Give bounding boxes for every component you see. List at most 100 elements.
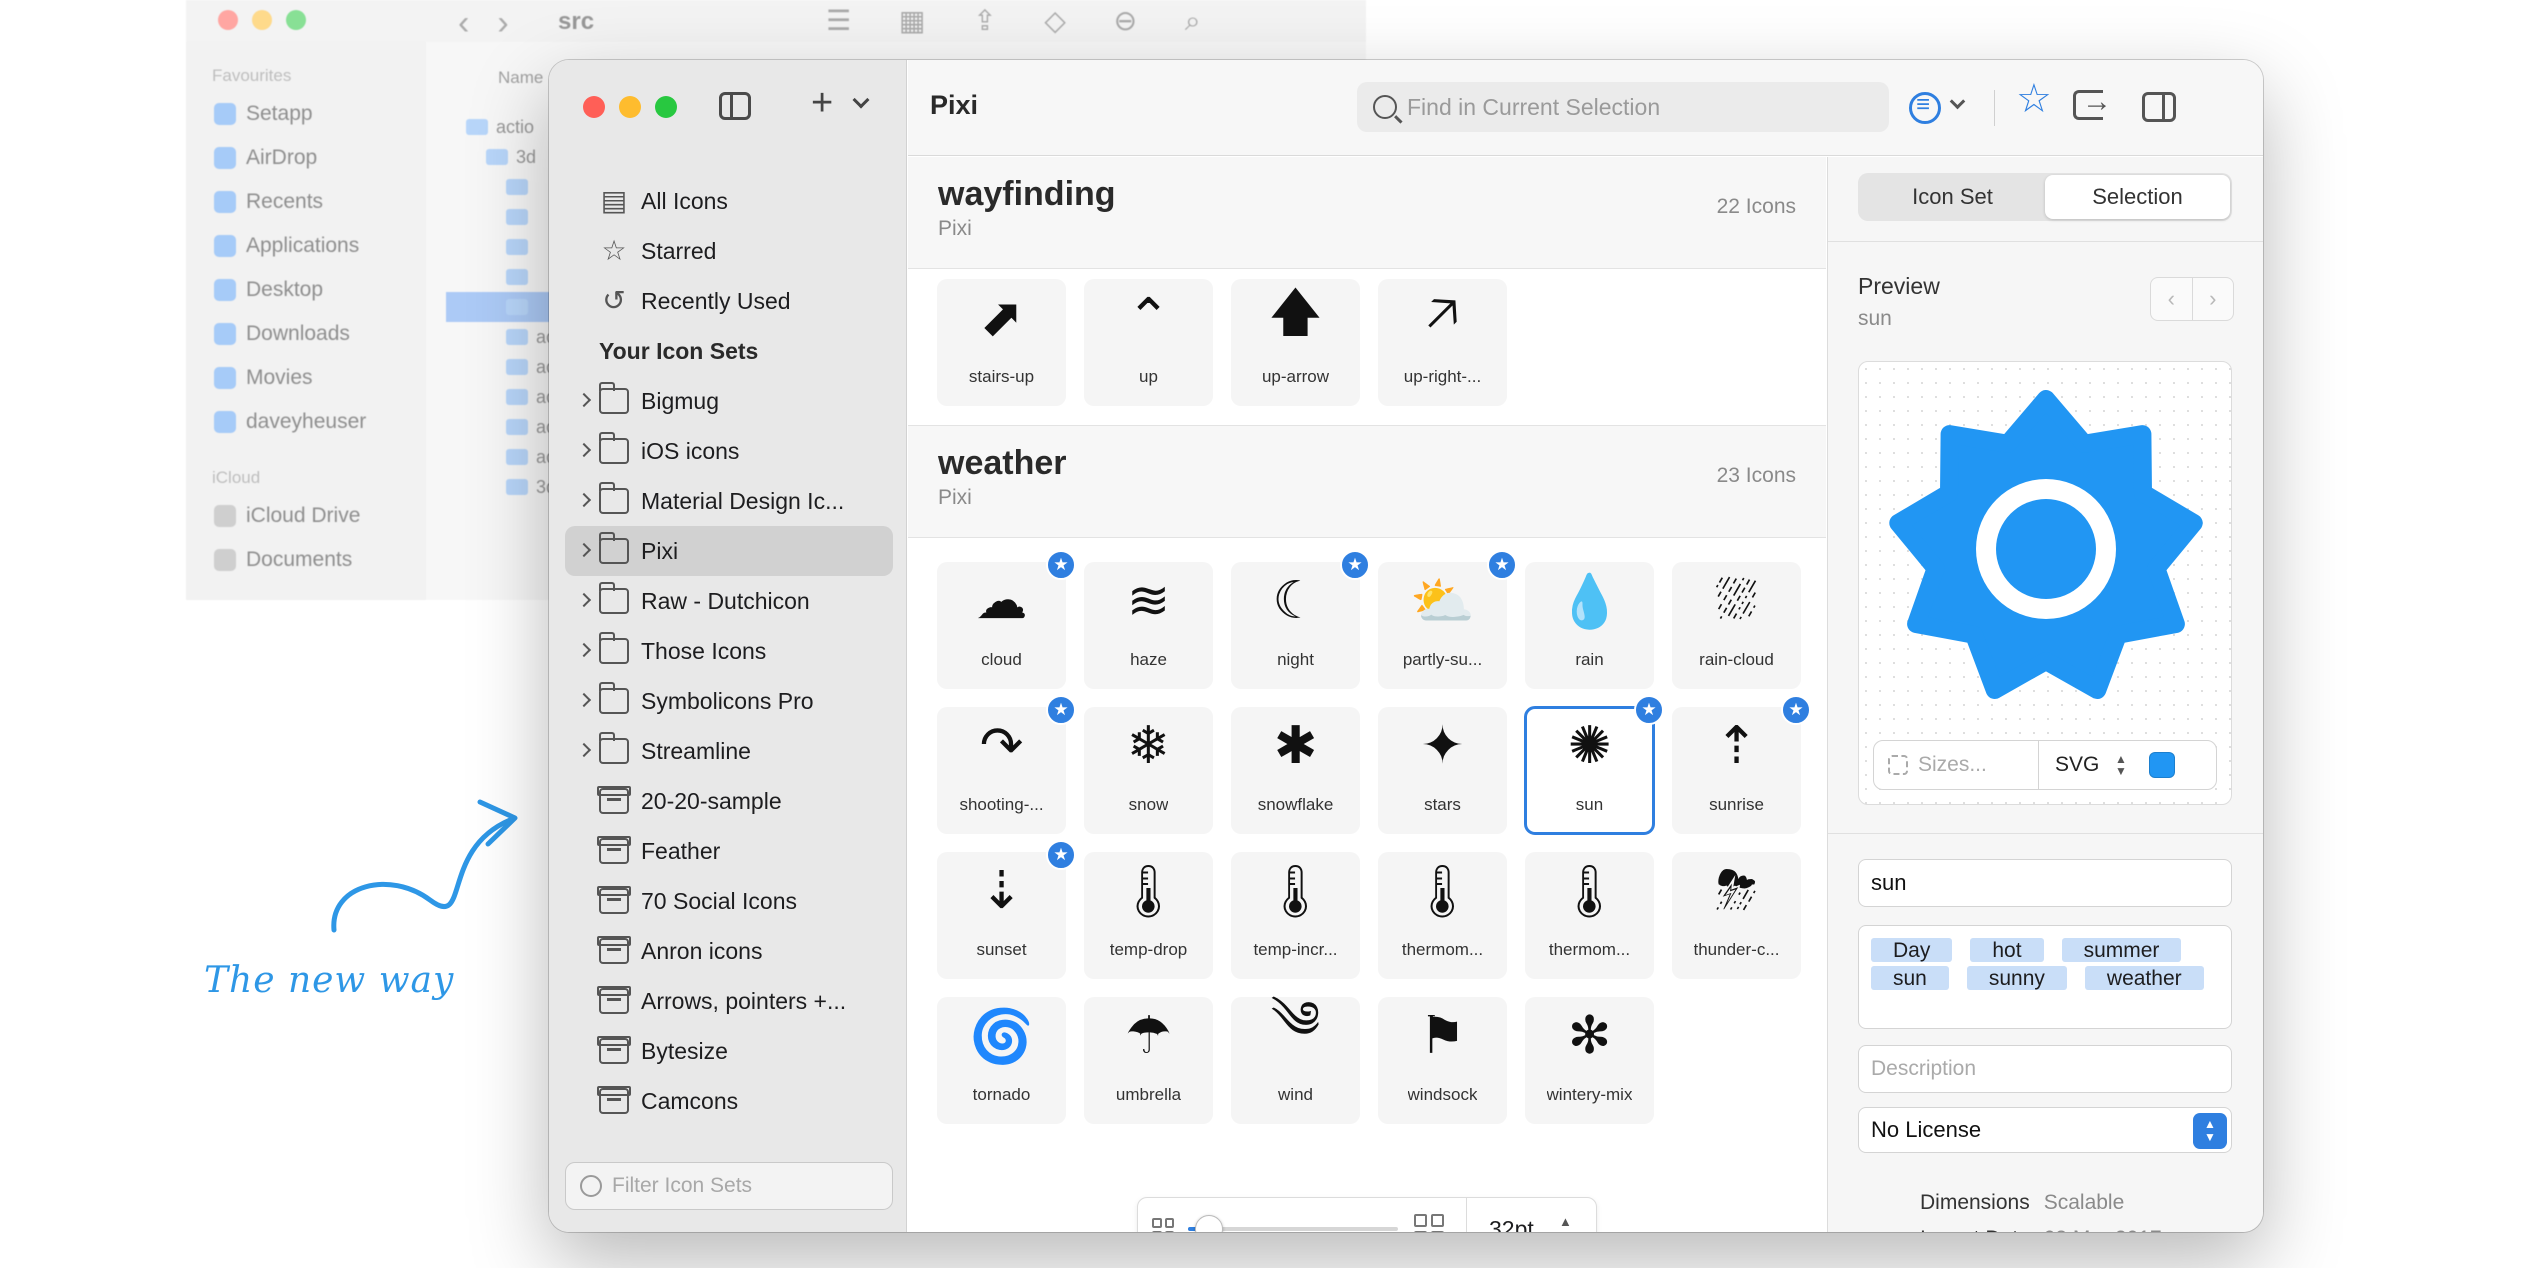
add-icon[interactable]: + xyxy=(811,82,833,125)
icon-tile[interactable]: 🌡 temp-drop xyxy=(1084,852,1213,979)
icon-tile-label: partly-su... xyxy=(1402,650,1483,669)
sidebar-item-bytesize[interactable]: Bytesize xyxy=(565,1026,893,1076)
zoom-slider-knob[interactable] xyxy=(1195,1215,1223,1232)
icon-tile[interactable]: ⛈ thunder-c... xyxy=(1672,852,1801,979)
icon-tile[interactable]: ⛆ rain-cloud xyxy=(1672,562,1801,689)
up-right-arrow-icon: 🡥 xyxy=(1425,283,1460,342)
small-grid-icon[interactable] xyxy=(1152,1218,1174,1232)
filter-options-icon[interactable] xyxy=(1909,91,1941,124)
tag-chip[interactable]: Day xyxy=(1871,938,1953,962)
filter-icon-sets-field[interactable] xyxy=(565,1162,893,1210)
icon-tile[interactable]: ✺ sun ★ xyxy=(1524,695,1664,835)
icon-tile[interactable]: ༄ wind xyxy=(1231,992,1360,1124)
format-stepper-icon[interactable]: ▲ ▼ xyxy=(2115,753,2127,777)
disclosure-chevron-icon[interactable] xyxy=(576,492,592,508)
toggle-sidebar-icon[interactable] xyxy=(719,92,751,120)
icon-tile[interactable]: ☾ night ★ xyxy=(1231,550,1370,689)
sidebar-item-those-icons[interactable]: Those Icons xyxy=(565,626,893,676)
icon-tile[interactable]: 💧 rain xyxy=(1525,562,1654,689)
sidebar-item-20-20-sample[interactable]: 20-20-sample xyxy=(565,776,893,826)
icon-tile[interactable]: ☂ umbrella xyxy=(1084,997,1213,1124)
icon-tile[interactable]: ⇡ sunrise ★ xyxy=(1672,695,1811,834)
description-field[interactable] xyxy=(1858,1045,2232,1093)
sizes-input[interactable] xyxy=(1918,753,2038,777)
license-select[interactable]: No License ▲ ▼ xyxy=(1858,1107,2232,1153)
folder-icon xyxy=(506,209,528,225)
tags-field[interactable]: Day hot summer sun sunny weather xyxy=(1858,925,2232,1029)
icon-tile[interactable]: ☁ cloud ★ xyxy=(937,550,1076,689)
filter-icon-sets-input[interactable] xyxy=(612,1174,872,1198)
icon-tile[interactable]: ≋ haze xyxy=(1084,562,1213,689)
tag-chip[interactable]: sunny xyxy=(1966,966,2067,990)
tag-chip[interactable]: weather xyxy=(2084,966,2204,990)
icon-tile[interactable]: 🡅 up-arrow xyxy=(1231,279,1360,406)
zoom-window-icon[interactable] xyxy=(655,96,677,118)
add-menu-chevron-down-icon[interactable] xyxy=(852,91,870,109)
close-window-icon[interactable] xyxy=(583,96,605,118)
sidebar-item-symbolicons-pro[interactable]: Symbolicons Pro xyxy=(565,676,893,726)
zoom-slider[interactable] xyxy=(1188,1215,1398,1232)
sidebar-item-starred[interactable]: ☆ Starred xyxy=(565,226,893,276)
next-icon-button[interactable]: › xyxy=(2191,278,2234,320)
tag-chip[interactable]: summer xyxy=(2061,938,2182,962)
sidebar-item-70-social-icons[interactable]: 70 Social Icons xyxy=(565,876,893,926)
large-grid-icon[interactable] xyxy=(1414,1214,1444,1232)
sidebar-item-feather[interactable]: Feather xyxy=(565,826,893,876)
disclosure-chevron-icon[interactable] xyxy=(576,542,592,558)
sidebar-item-all-icons[interactable]: ▤ All Icons xyxy=(565,176,893,226)
sidebar-item-ios-icons[interactable]: iOS icons xyxy=(565,426,893,476)
previous-icon-button[interactable]: ‹ xyxy=(2151,278,2192,320)
filter-chevron-down-icon[interactable] xyxy=(1949,93,1966,110)
icon-tile[interactable]: 🌡 thermom... xyxy=(1378,852,1507,979)
icon-tile[interactable]: 🌡 temp-incr... xyxy=(1231,852,1360,979)
icon-tile[interactable]: ↷ shooting-... ★ xyxy=(937,695,1076,834)
minimize-window-icon[interactable] xyxy=(619,96,641,118)
sidebar-item-recently-used[interactable]: ↺ Recently Used xyxy=(565,276,893,326)
disclosure-chevron-icon[interactable] xyxy=(576,642,592,658)
sidebar-item-raw-dutchicon[interactable]: Raw - Dutchicon xyxy=(565,576,893,626)
sidebar-item-material-design-ic[interactable]: Material Design Ic... xyxy=(565,476,893,526)
license-stepper-icon[interactable]: ▲ ▼ xyxy=(2193,1113,2227,1149)
icon-name-field[interactable] xyxy=(1858,859,2232,907)
sidebar-item-streamline[interactable]: Streamline xyxy=(565,726,893,776)
disclosure-chevron-icon[interactable] xyxy=(576,592,592,608)
icon-tile[interactable]: 🌀 tornado xyxy=(937,997,1066,1124)
format-select[interactable]: SVG xyxy=(2055,753,2115,777)
tag-chip[interactable]: hot xyxy=(1970,938,2044,962)
zoom-size-value[interactable]: 32pt xyxy=(1489,1216,1545,1233)
toggle-inspector-icon[interactable] xyxy=(2142,92,2176,122)
tag-chip[interactable]: sun xyxy=(1871,966,1949,990)
disclosure-chevron-icon[interactable] xyxy=(576,692,592,708)
search-field[interactable] xyxy=(1357,82,1889,132)
sidebar-item-anron-icons[interactable]: Anron icons xyxy=(565,926,893,976)
sidebar-item-bigmug[interactable]: Bigmug xyxy=(565,376,893,426)
icon-tile[interactable]: ⬈ stairs-up xyxy=(937,279,1066,406)
icon-tile[interactable]: ✱ snowflake xyxy=(1231,707,1360,834)
sidebar-item-pixi[interactable]: Pixi xyxy=(565,526,893,576)
icon-tile[interactable]: 🡥 up-right-... xyxy=(1378,279,1507,406)
icon-tile[interactable]: ⛅ partly-su... ★ xyxy=(1378,550,1517,689)
zoom-size-stepper-icon[interactable]: ▲▼ xyxy=(1559,1215,1572,1232)
icon-tile[interactable]: ⇣ sunset ★ xyxy=(937,840,1076,979)
color-swatch[interactable] xyxy=(2148,752,2175,778)
search-input[interactable] xyxy=(1407,93,1867,121)
icon-tile[interactable]: 🌡 thermom... xyxy=(1525,852,1654,979)
disclosure-chevron-icon[interactable] xyxy=(576,392,592,408)
sidebar-item-label: Those Icons xyxy=(641,637,767,664)
icon-tile-label: umbrella xyxy=(1115,1085,1182,1104)
sidebar-item-arrows-pointers[interactable]: Arrows, pointers +... xyxy=(565,976,893,1026)
icon-tile[interactable]: ❄ snow xyxy=(1084,707,1213,834)
icon-tile[interactable]: ✻ wintery-mix xyxy=(1525,997,1654,1124)
icon-tile[interactable]: ⚑ windsock xyxy=(1378,997,1507,1124)
favorite-star-icon[interactable]: ☆ xyxy=(2016,76,2052,122)
tab-selection[interactable]: Selection xyxy=(2045,175,2230,219)
icon-tile[interactable]: ⌃ up xyxy=(1084,279,1213,406)
icon-tile[interactable]: ✦ stars xyxy=(1378,707,1507,834)
finder-sidebar-heading: Favourites xyxy=(212,66,292,85)
tab-icon-set[interactable]: Icon Set xyxy=(1860,175,2045,219)
export-icon[interactable] xyxy=(2073,85,2112,120)
disclosure-chevron-icon[interactable] xyxy=(576,442,592,458)
disclosure-chevron-icon[interactable] xyxy=(576,742,592,758)
sidebar-item-camcons[interactable]: Camcons xyxy=(565,1076,893,1126)
icon-tile-label: temp-incr... xyxy=(1253,940,1338,959)
